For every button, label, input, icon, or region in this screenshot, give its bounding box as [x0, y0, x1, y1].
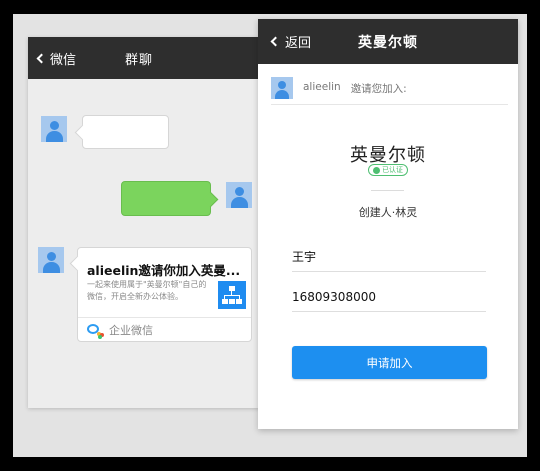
phone-field[interactable]	[292, 282, 486, 312]
chat-title: 群聊	[124, 52, 153, 68]
join-form-screen: 返回 英曼尔顿 alieelin 邀请您加入: 英曼尔顿 已认证 创建人·林灵 …	[258, 19, 518, 429]
inviter-text: alieelin 邀请您加入:	[303, 81, 407, 96]
avatar-self[interactable]	[226, 182, 252, 208]
group-chat-screen: 微信 群聊	[28, 37, 260, 408]
card-footer-label: 企业微信	[109, 324, 153, 337]
avatar-body	[46, 131, 63, 142]
inviter-message: 邀请您加入:	[350, 82, 407, 95]
org-chart-icon	[218, 281, 246, 309]
apply-join-button[interactable]: 申请加入	[292, 346, 487, 379]
message-bubble-received[interactable]	[82, 115, 169, 149]
avatar-head	[50, 121, 59, 130]
avatar-inviter[interactable]	[38, 247, 64, 273]
divider	[371, 190, 404, 191]
verified-badge: 已认证	[368, 164, 408, 176]
avatar-head	[235, 187, 244, 196]
message-bubble-sent[interactable]	[121, 181, 211, 216]
invite-card-title: alieelin邀请你加入英曼...	[87, 263, 241, 278]
invite-card-message[interactable]: alieelin邀请你加入英曼... 一起来使用属于"英曼尔顿"自己的微信，开启…	[77, 247, 252, 342]
avatar-head	[47, 252, 56, 261]
avatar-body	[231, 197, 248, 208]
chat-nav-bar: 微信 群聊	[28, 37, 260, 79]
form-title: 英曼尔顿	[358, 34, 418, 51]
invite-card-description: 一起来使用属于"英曼尔顿"自己的微信，开启全新办公体验。	[87, 280, 207, 301]
inviter-name: alieelin	[303, 80, 341, 93]
card-divider	[78, 317, 251, 318]
card-footer: 企业微信	[87, 321, 153, 339]
avatar-body	[43, 262, 60, 273]
inviter-row: alieelin 邀请您加入:	[271, 75, 508, 105]
check-icon	[373, 166, 380, 174]
form-nav-bar: 返回 英曼尔顿	[258, 19, 518, 64]
verified-label: 已认证	[382, 166, 403, 174]
name-field[interactable]	[292, 242, 486, 272]
wework-logo-icon	[87, 323, 104, 339]
creator-label: 创建人·林灵	[358, 206, 418, 219]
inviter-avatar	[271, 77, 293, 99]
avatar[interactable]	[41, 116, 67, 142]
